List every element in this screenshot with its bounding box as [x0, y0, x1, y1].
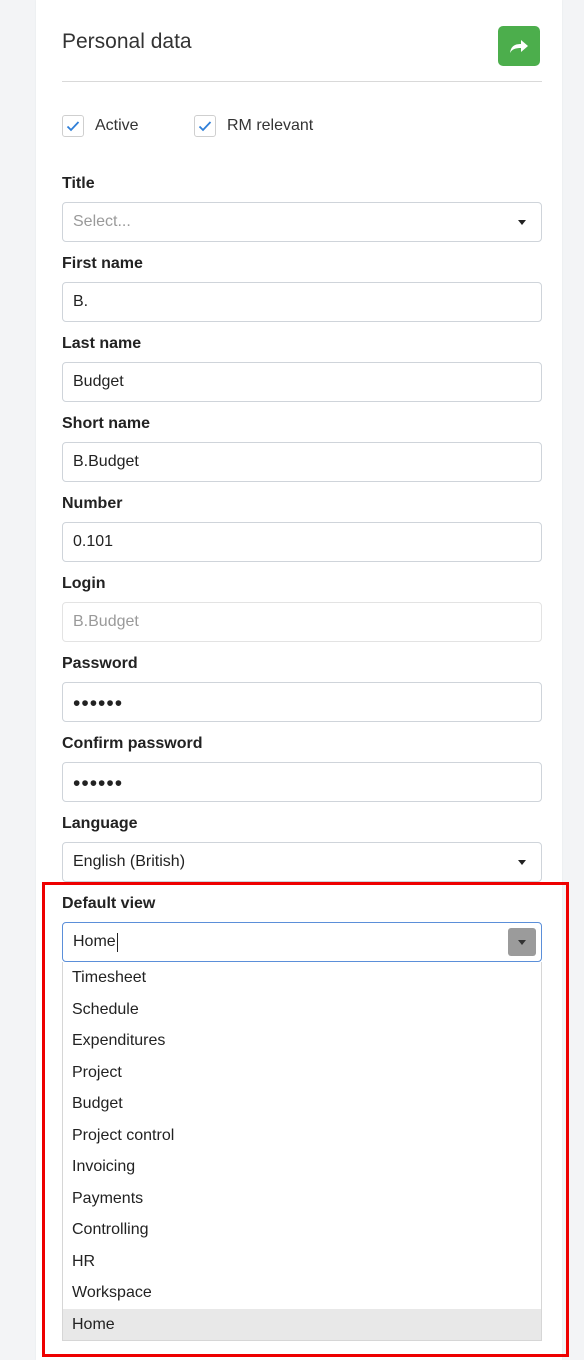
login-label: Login [62, 575, 106, 592]
short-name-input[interactable]: B.Budget [62, 442, 542, 482]
language-select[interactable]: English (British) [62, 842, 542, 882]
language-label: Language [62, 815, 138, 832]
dropdown-option-workspace[interactable]: Workspace [63, 1277, 541, 1309]
caret-down-icon [518, 939, 526, 945]
rm-relevant-checkbox-label: RM relevant [227, 117, 314, 134]
password-input[interactable]: •••••• [62, 682, 542, 722]
title-placeholder: Select... [73, 213, 131, 230]
default-view-label: Default view [62, 895, 156, 912]
active-checkbox[interactable] [62, 115, 84, 137]
caret-down-icon [518, 860, 526, 865]
first-name-input[interactable]: B. [62, 282, 542, 322]
password-value: •••••• [73, 691, 124, 715]
dropdown-option-project-control[interactable]: Project control [63, 1120, 541, 1152]
dropdown-option-controlling[interactable]: Controlling [63, 1214, 541, 1246]
dropdown-option-home[interactable]: Home [63, 1308, 541, 1340]
default-view-combobox[interactable]: Home [62, 922, 542, 962]
last-name-value: Budget [73, 373, 124, 390]
password-label: Password [62, 655, 138, 672]
title-select[interactable]: Select... [62, 202, 542, 242]
checkmark-icon [198, 121, 212, 132]
rm-relevant-checkbox-row[interactable]: RM relevant [194, 115, 313, 137]
rm-relevant-checkbox[interactable] [194, 115, 216, 137]
confirm-password-input[interactable]: •••••• [62, 762, 542, 802]
dropdown-toggle-button[interactable] [508, 928, 536, 956]
share-arrow-icon [510, 40, 528, 53]
active-checkbox-label: Active [95, 117, 139, 134]
dropdown-option-hr[interactable]: HR [63, 1246, 541, 1278]
dropdown-option-budget[interactable]: Budget [63, 1088, 541, 1120]
dropdown-option-invoicing[interactable]: Invoicing [63, 1151, 541, 1183]
dropdown-option-timesheet[interactable]: Timesheet [63, 962, 541, 994]
dropdown-option-schedule[interactable]: Schedule [63, 994, 541, 1026]
checkmark-icon [66, 121, 80, 132]
confirm-password-label: Confirm password [62, 735, 203, 752]
first-name-label: First name [62, 255, 143, 272]
default-view-value: Home [73, 933, 116, 950]
number-label: Number [62, 495, 123, 512]
dropdown-option-expenditures[interactable]: Expenditures [63, 1025, 541, 1057]
login-value: B.Budget [73, 613, 139, 630]
panel-title: Personal data [62, 30, 192, 53]
dropdown-option-payments[interactable]: Payments [63, 1183, 541, 1215]
language-value: English (British) [73, 853, 186, 870]
caret-down-icon [518, 220, 526, 225]
number-value: 0.101 [73, 533, 114, 550]
share-button[interactable] [498, 26, 540, 66]
last-name-label: Last name [62, 335, 142, 352]
first-name-value: B. [73, 293, 89, 310]
dropdown-option-project[interactable]: Project [63, 1057, 541, 1089]
number-input[interactable]: 0.101 [62, 522, 542, 562]
text-cursor [116, 932, 118, 952]
default-view-dropdown-list: Timesheet Schedule Expenditures Project … [62, 962, 542, 1341]
confirm-password-value: •••••• [73, 771, 124, 795]
last-name-input[interactable]: Budget [62, 362, 542, 402]
header-divider [62, 81, 542, 82]
short-name-value: B.Budget [73, 453, 139, 470]
active-checkbox-row[interactable]: Active [62, 115, 139, 137]
login-input: B.Budget [62, 602, 542, 642]
short-name-label: Short name [62, 415, 151, 432]
title-label: Title [62, 175, 95, 192]
